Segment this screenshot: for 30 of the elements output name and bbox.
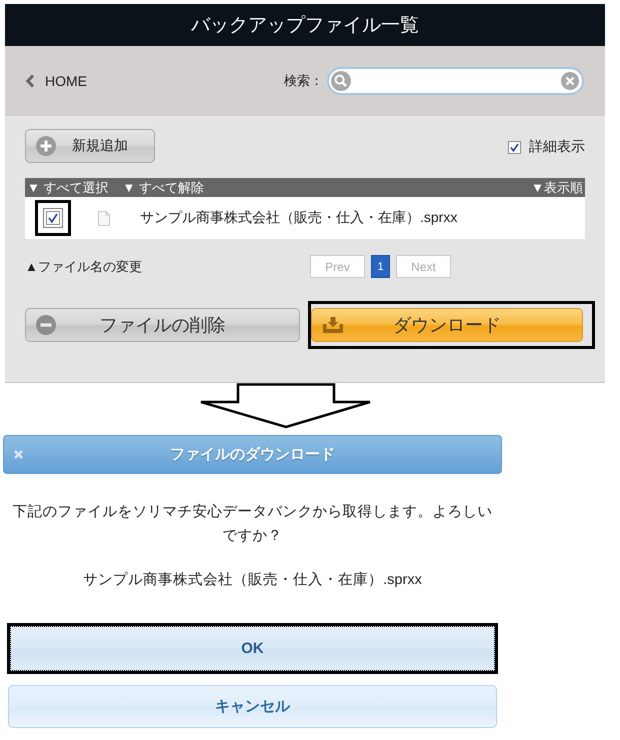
home-link[interactable]: HOME: [25, 73, 87, 89]
clear-icon[interactable]: [561, 72, 579, 90]
minus-icon: [36, 315, 56, 335]
dialog-message: 下記のファイルをソリマチ安心データバンクから取得します。よろしいですか？: [12, 502, 494, 546]
dialog-title: ファイルのダウンロード: [169, 445, 336, 464]
deselect-all-link[interactable]: ▼ すべて解除: [122, 178, 204, 196]
file-name: サンプル商事株式会社（販売・仕入・在庫）.sprxx: [140, 209, 458, 227]
download-button[interactable]: ダウンロード: [311, 308, 583, 342]
checkbox[interactable]: [43, 208, 63, 228]
file-row[interactable]: サンプル商事株式会社（販売・仕入・在庫）.sprxx: [25, 197, 585, 239]
search-field[interactable]: [327, 67, 584, 95]
add-button[interactable]: 新規追加: [25, 129, 155, 163]
screen-title: バックアップファイル一覧: [191, 14, 419, 38]
sort-link[interactable]: ▼表示順: [531, 178, 583, 196]
close-icon[interactable]: [14, 450, 23, 459]
page-button[interactable]: 1: [371, 255, 390, 278]
search-label: 検索：: [284, 72, 323, 90]
download-icon: [322, 316, 344, 334]
plus-icon: [36, 136, 56, 156]
ok-button[interactable]: OK: [10, 626, 495, 671]
search-icon: [331, 71, 351, 91]
cancel-button[interactable]: キャンセル: [8, 685, 497, 728]
chevron-left-icon: [25, 74, 35, 88]
file-icon: [98, 210, 110, 226]
rename-link[interactable]: ▲ファイル名の変更: [25, 258, 142, 276]
checkbox-label: 詳細表示: [529, 138, 585, 156]
select-all-link[interactable]: ▼ すべて選択: [27, 178, 108, 196]
checkbox[interactable]: [508, 140, 521, 154]
delete-button[interactable]: ファイルの削除: [25, 308, 300, 342]
file-name: サンプル商事株式会社（販売・仕入・在庫）.sprxx: [82, 570, 423, 590]
